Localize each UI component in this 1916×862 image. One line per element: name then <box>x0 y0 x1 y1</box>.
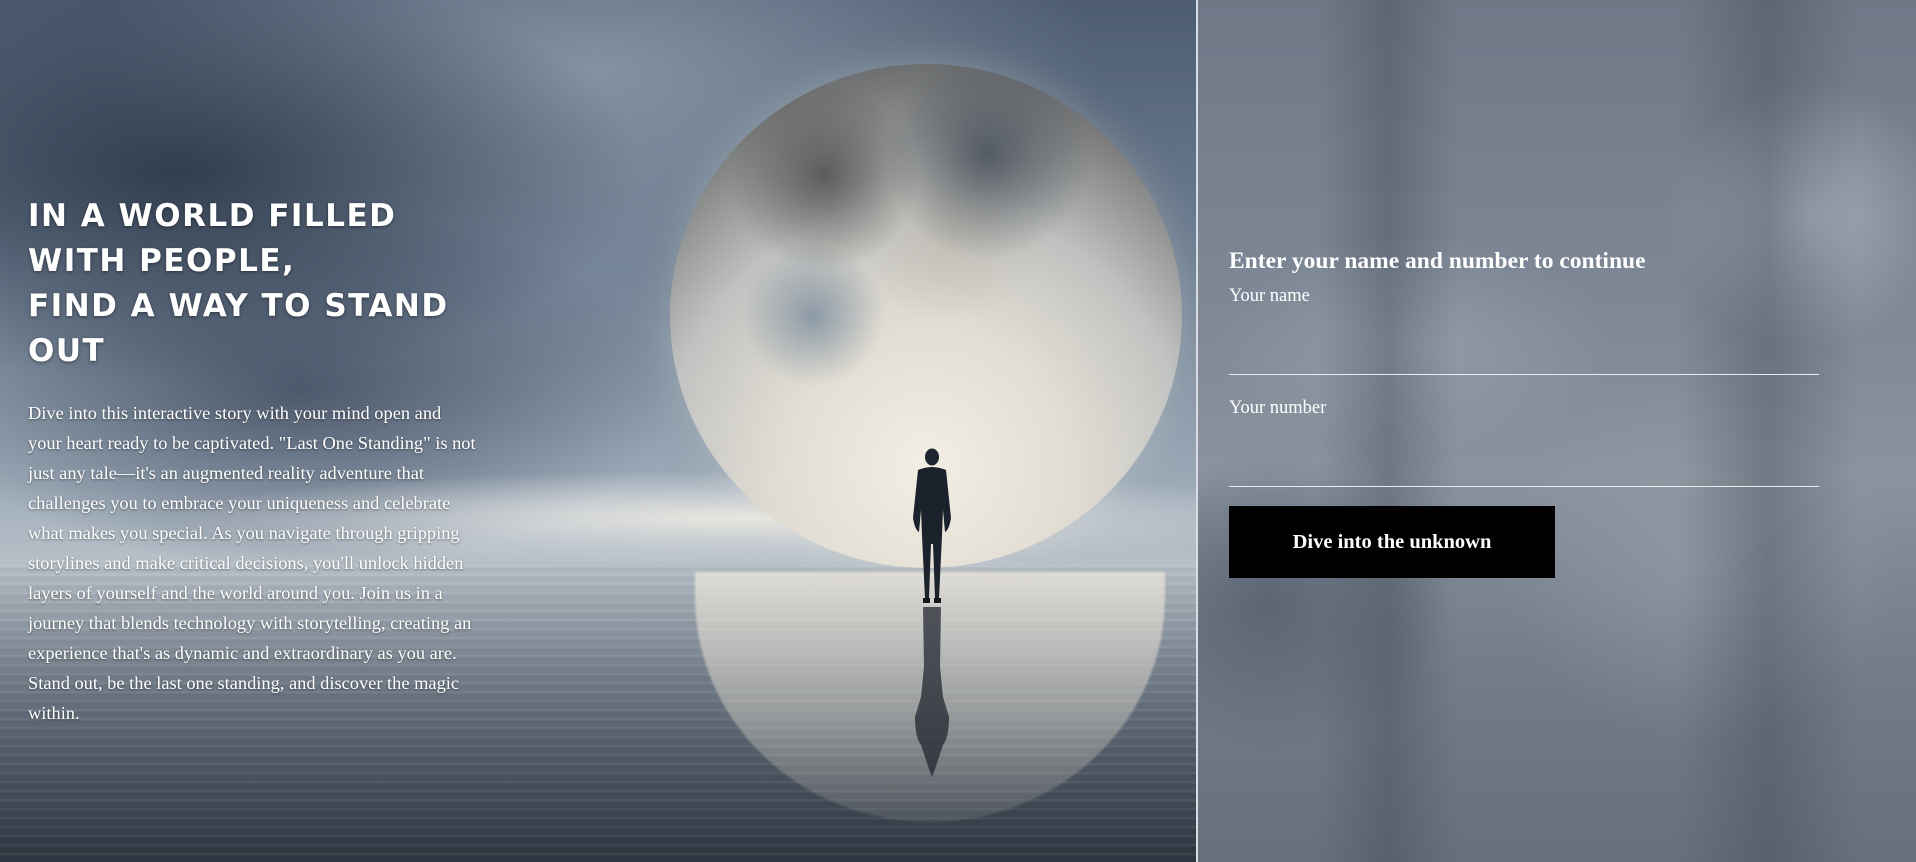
number-input[interactable] <box>1229 442 1819 487</box>
name-label: Your name <box>1229 286 1310 306</box>
hero-title: In a world filled with people, find a wa… <box>28 194 498 374</box>
hero-title-line-1: In a world filled with people, <box>28 198 397 279</box>
hero-copy: In a world filled with people, find a wa… <box>28 194 498 728</box>
form-panel: Enter your name and number to continue Y… <box>1198 0 1916 862</box>
dive-into-unknown-button[interactable]: Dive into the unknown <box>1229 506 1555 578</box>
person-silhouette <box>913 448 951 603</box>
number-field: Your number <box>1229 396 1819 487</box>
hero-title-line-2: find a way to stand out <box>28 288 449 369</box>
name-input[interactable] <box>1229 330 1819 375</box>
landing-page: In a world filled with people, find a wa… <box>0 0 1916 862</box>
hero-description: Dive into this interactive story with yo… <box>28 403 476 723</box>
name-field: Your name <box>1229 284 1819 375</box>
number-label: Your number <box>1229 398 1327 418</box>
form-heading: Enter your name and number to continue <box>1229 248 1646 274</box>
entry-form: Enter your name and number to continue Y… <box>1229 244 1819 578</box>
person-reflection <box>915 607 949 777</box>
hero-section: In a world filled with people, find a wa… <box>0 0 1196 862</box>
